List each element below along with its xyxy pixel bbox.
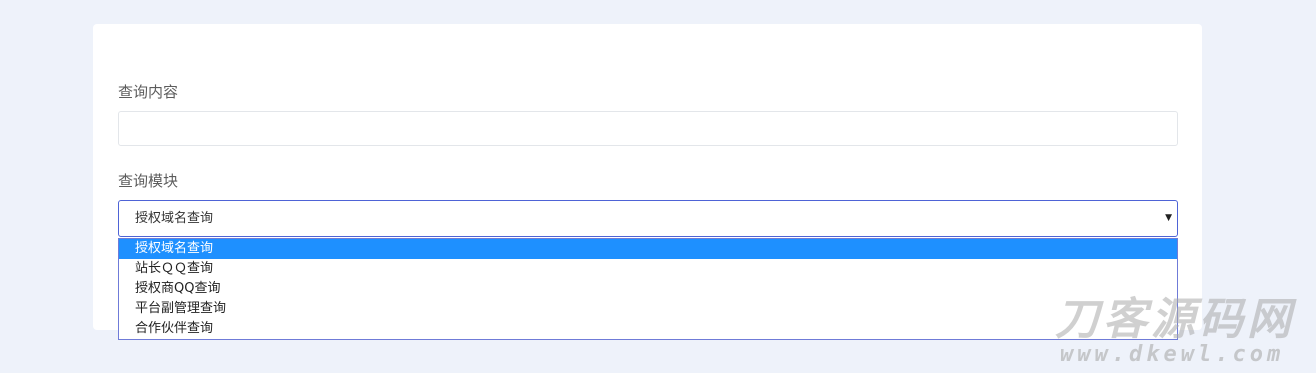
page: 查询内容 查询模块 授权域名查询 ▼ 授权域名查询 站长ＱＱ查询 授权商QQ查询… bbox=[0, 0, 1316, 373]
dropdown-option-domain-auth[interactable]: 授权域名查询 bbox=[119, 239, 1177, 259]
watermark-url: www.dkewl.com bbox=[1060, 342, 1285, 367]
query-module-dropdown: 授权域名查询 站长ＱＱ查询 授权商QQ查询 平台副管理查询 合作伙伴查询 bbox=[118, 238, 1178, 340]
dropdown-option-partner[interactable]: 合作伙伴查询 bbox=[119, 319, 1177, 339]
query-content-input[interactable] bbox=[118, 111, 1178, 146]
query-content-label: 查询内容 bbox=[118, 83, 179, 101]
dropdown-option-reseller-qq[interactable]: 授权商QQ查询 bbox=[119, 279, 1177, 299]
chevron-down-icon[interactable]: ▼ bbox=[1165, 212, 1172, 224]
query-module-selected-value: 授权域名查询 bbox=[135, 211, 214, 226]
dropdown-option-sub-admin[interactable]: 平台副管理查询 bbox=[119, 299, 1177, 319]
watermark-brand: 刀客源码网 bbox=[1055, 294, 1295, 345]
query-module-select[interactable]: 授权域名查询 ▼ bbox=[118, 200, 1178, 237]
query-module-label: 查询模块 bbox=[118, 172, 179, 190]
dropdown-option-owner-qq[interactable]: 站长ＱＱ查询 bbox=[119, 259, 1177, 279]
